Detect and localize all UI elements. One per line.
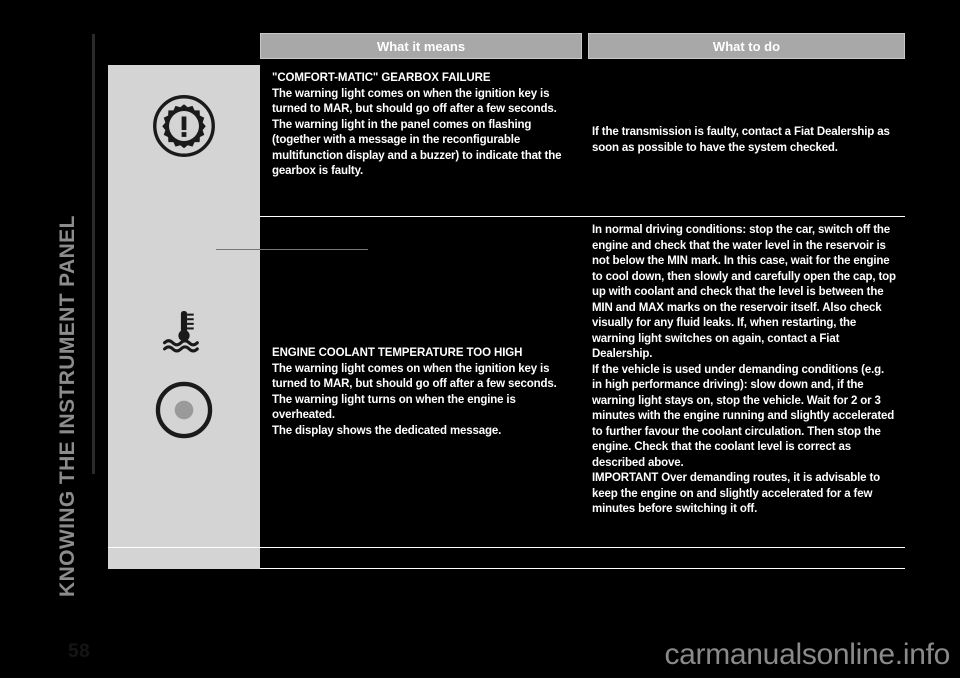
warning-description-2: The warning light turns on when the engi… [272,393,516,422]
action-description-2: If the vehicle is used under demanding c… [592,363,895,469]
coolant-level-circle-icon [155,381,213,439]
warning-description-2: The warning light in the panel comes on … [272,118,562,178]
page-number: 58 [68,641,91,662]
warning-lights-table: What it means What to do "COMFORT-MATIC"… [108,33,905,569]
table-bottom-rule [108,547,905,548]
chapter-title: KNOWING THE INSTRUMENT PANEL [56,215,79,597]
what-to-do-cell: If the transmission is faulty, contact a… [582,65,905,217]
warning-title: ENGINE COOLANT TEMPERATURE TOO HIGH [272,347,523,359]
chapter-title-rule [92,34,95,474]
what-to-do-cell: In normal driving conditions: stop the c… [582,217,905,569]
column-header-what-to-do: What to do [588,33,905,59]
warning-icon-cell [108,65,260,217]
warning-description-3: The display shows the dedicated message. [272,424,502,437]
warning-description-1: The warning light comes on when the igni… [272,87,557,116]
table-row: "COMFORT-MATIC" GEARBOX FAILURE The warn… [108,65,905,217]
engine-coolant-temperature-icon [163,311,199,353]
manual-page: KNOWING THE INSTRUMENT PANEL 58 carmanua… [0,0,960,678]
table-header-row: What it means What to do [108,33,905,59]
action-description-3: IMPORTANT Over demanding routes, it is a… [592,472,880,515]
table-row: ENGINE COOLANT TEMPERATURE TOO HIGH The … [108,217,905,569]
gearbox-failure-warning-icon [153,95,215,157]
warning-description-1: The warning light comes on when the igni… [272,362,557,391]
icon-column-divider [216,249,368,250]
what-it-means-cell: "COMFORT-MATIC" GEARBOX FAILURE The warn… [260,65,582,217]
watermark: carmanualsonline.info [664,638,950,671]
action-description-1: If the transmission is faulty, contact a… [592,126,890,154]
table-header-icon-spacer [108,33,260,59]
action-description-1: In normal driving conditions: stop the c… [592,224,896,360]
column-header-what-it-means: What it means [260,33,582,59]
warning-icon-cell [108,217,260,569]
what-it-means-cell: ENGINE COOLANT TEMPERATURE TOO HIGH The … [260,217,582,569]
warning-title: "COMFORT-MATIC" GEARBOX FAILURE [272,72,491,84]
chapter-title-sidebar: KNOWING THE INSTRUMENT PANEL [0,0,100,678]
